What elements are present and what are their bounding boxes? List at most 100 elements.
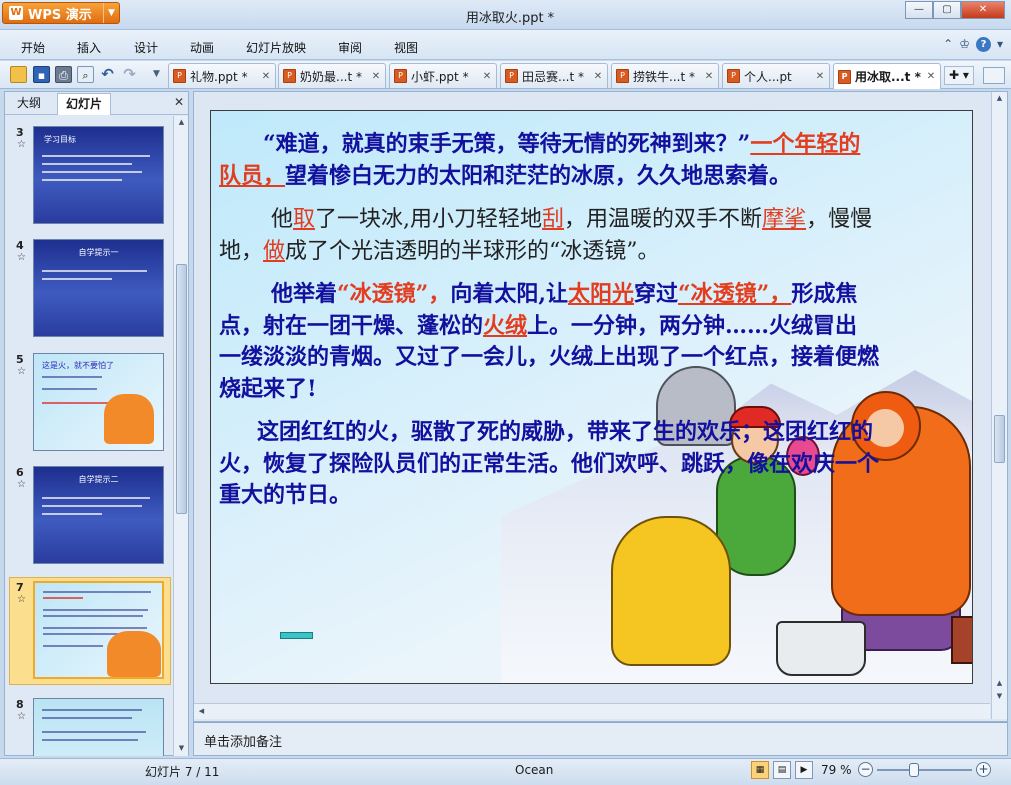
vertical-scrollbar[interactable]: ▲ ▲ ▼: [991, 92, 1007, 719]
doc-tab-7-active[interactable]: P 用冰取...t * ✕: [833, 63, 941, 89]
slide-nav-button[interactable]: [280, 632, 313, 639]
zoom-out-icon[interactable]: −: [858, 762, 873, 777]
doc-tab-5[interactable]: P 捞铁牛...t * ✕: [611, 63, 719, 88]
doc-tab-6[interactable]: P 个人...pt ✕: [722, 63, 830, 88]
next-slide-icon[interactable]: ▼: [992, 690, 1007, 703]
paragraph-4: 这团红红的火，驱散了死的威胁，带来了生的欢乐；这团红红的火，恢复了探险队员们的正…: [219, 417, 879, 512]
scroll-left-icon[interactable]: ◀: [194, 705, 209, 718]
menu-slideshow[interactable]: 幻灯片放映: [246, 39, 306, 56]
help-dropdown-icon[interactable]: ▾: [997, 37, 1003, 52]
slide-thumbnails: 3 ☆ 学习目标 4 ☆ 自学提示一 5 ☆ 这是火，就不要怕了 6 ☆ 自学提…: [5, 116, 173, 756]
menu-insert[interactable]: 插入: [77, 39, 101, 56]
thumb-text-line: [42, 717, 132, 719]
doc-tab-3[interactable]: P 小虾.ppt * ✕: [389, 63, 497, 88]
open-folder-icon[interactable]: [10, 66, 27, 83]
close-tab-icon[interactable]: ✕: [260, 71, 272, 82]
print-preview-icon[interactable]: ⌕: [77, 66, 94, 83]
normal-view-button[interactable]: ▦: [751, 761, 769, 779]
scroll-thumb[interactable]: [994, 415, 1005, 463]
zoom-slider-knob[interactable]: [909, 763, 919, 777]
text-run-red: “冰透镜”，: [337, 281, 451, 307]
menu-review[interactable]: 审阅: [338, 39, 362, 56]
tab-slides[interactable]: 幻灯片: [57, 93, 112, 115]
animation-star-icon: ☆: [17, 252, 26, 263]
current-slide[interactable]: “难道，就真的束手无策，等待无情的死神到来？”一个年轻的队员，望着惨白无力的太阳…: [210, 110, 973, 684]
tab-outline[interactable]: 大纲: [9, 93, 49, 115]
menu-home[interactable]: 开始: [21, 39, 45, 56]
redo-icon[interactable]: ↷: [121, 66, 138, 83]
slide-text-box[interactable]: “难道，就真的束手无策，等待无情的死神到来？”一个年轻的队员，望着惨白无力的太阳…: [219, 129, 879, 524]
app-menu-button[interactable]: W WPS 演示 ▼: [2, 2, 120, 24]
notes-pane[interactable]: 单击添加备注: [193, 722, 1008, 756]
doc-tab-label: 个人...pt: [744, 69, 792, 84]
paragraph-3: 他举着“冰透镜”，向着太阳,让太阳光穿过“冰透镜”，形成焦点，射在一团干燥、蓬松…: [219, 279, 879, 405]
close-tab-icon[interactable]: ✕: [703, 71, 715, 82]
toolbar-customize-icon[interactable]: ▼: [148, 66, 165, 83]
skin-icon[interactable]: ♔: [959, 37, 970, 52]
slideshow-view-button[interactable]: ▶: [795, 761, 813, 779]
minimize-button[interactable]: —: [905, 1, 933, 19]
animation-star-icon: ☆: [17, 366, 26, 377]
doc-tab-label: 用冰取...t *: [855, 70, 921, 84]
menu-animation[interactable]: 动画: [190, 39, 214, 56]
slide-thumbnail[interactable]: 学习目标: [33, 126, 164, 224]
close-tab-icon[interactable]: ✕: [481, 71, 493, 82]
thumb-text-line: [42, 163, 132, 165]
prev-slide-icon[interactable]: ▲: [992, 677, 1007, 690]
new-tab-button[interactable]: ✚ ▾: [944, 66, 974, 85]
slide-thumbnail[interactable]: 这是火，就不要怕了: [33, 353, 164, 451]
panel-scrollbar[interactable]: ▲ ▼: [173, 116, 188, 756]
scroll-up-icon[interactable]: ▲: [992, 92, 1007, 105]
doc-tab-label: 捞铁牛...t *: [633, 69, 695, 84]
animation-star-icon: ☆: [17, 139, 26, 150]
menubar-right: ⌃ ♔ ? ▾: [943, 37, 1003, 52]
animation-star-icon: ☆: [17, 594, 26, 605]
maximize-button[interactable]: ▢: [933, 1, 961, 19]
tab-list-icon[interactable]: [983, 67, 1005, 84]
slide-thumbnail[interactable]: [33, 698, 164, 756]
horizontal-scrollbar[interactable]: ◀: [194, 703, 990, 719]
thumb-title: 学习目标: [44, 135, 76, 144]
print-icon[interactable]: ⎙: [55, 66, 72, 83]
slide-sorter-view-button[interactable]: ▤: [773, 761, 791, 779]
slide-editor: “难道，就真的束手无策，等待无情的死神到来？”一个年轻的队员，望着惨白无力的太阳…: [193, 91, 1008, 722]
close-tab-icon[interactable]: ✕: [592, 71, 604, 82]
close-tab-icon[interactable]: ✕: [925, 71, 937, 82]
text-run: 穿过: [634, 281, 679, 307]
doc-tab-2[interactable]: P 奶奶最...t * ✕: [278, 63, 386, 88]
help-icon[interactable]: ?: [975, 37, 991, 52]
zoom-slider-track[interactable]: [877, 769, 972, 771]
collapse-ribbon-icon[interactable]: ⌃: [943, 37, 953, 52]
text-run-red: 摩挲: [762, 207, 807, 232]
undo-icon[interactable]: ↶: [99, 66, 116, 83]
cooking-pot-illustration: [776, 621, 866, 676]
slide-thumbnail[interactable]: 自学提示一: [33, 239, 164, 337]
notes-placeholder[interactable]: 单击添加备注: [204, 731, 282, 750]
status-bar: 幻灯片 7 / 11 Ocean ▦ ▤ ▶ 79 % − +: [0, 758, 1011, 785]
close-panel-icon[interactable]: ✕: [174, 95, 184, 109]
thumb-text-line: [43, 597, 83, 599]
thumb-text-line: [43, 615, 143, 617]
slide-thumbnail[interactable]: 自学提示二: [33, 466, 164, 564]
close-window-button[interactable]: ✕: [961, 1, 1005, 19]
scroll-thumb[interactable]: [176, 264, 187, 514]
scroll-down-icon[interactable]: ▼: [174, 742, 189, 755]
slide-counter: 幻灯片 7 / 11: [145, 765, 220, 779]
close-tab-icon[interactable]: ✕: [814, 71, 826, 82]
thumb-text-line: [42, 376, 102, 378]
close-tab-icon[interactable]: ✕: [370, 71, 382, 82]
scroll-up-icon[interactable]: ▲: [174, 116, 189, 129]
text-run: 他举着: [271, 281, 338, 307]
thumb-text-line: [43, 591, 151, 593]
slide-thumbnail[interactable]: [33, 581, 164, 679]
doc-tab-4[interactable]: P 田忌赛...t * ✕: [500, 63, 608, 88]
menu-design[interactable]: 设计: [134, 39, 158, 56]
save-icon[interactable]: ▪: [33, 66, 50, 83]
zoom-level[interactable]: 79 %: [821, 763, 852, 777]
zoom-in-icon[interactable]: +: [976, 762, 991, 777]
thumb-text-line: [43, 645, 103, 647]
menu-view[interactable]: 视图: [394, 39, 418, 56]
thumb-text-line: [43, 609, 148, 611]
doc-tab-1[interactable]: P 礼物.ppt * ✕: [168, 63, 276, 88]
animation-star-icon: ☆: [17, 479, 26, 490]
